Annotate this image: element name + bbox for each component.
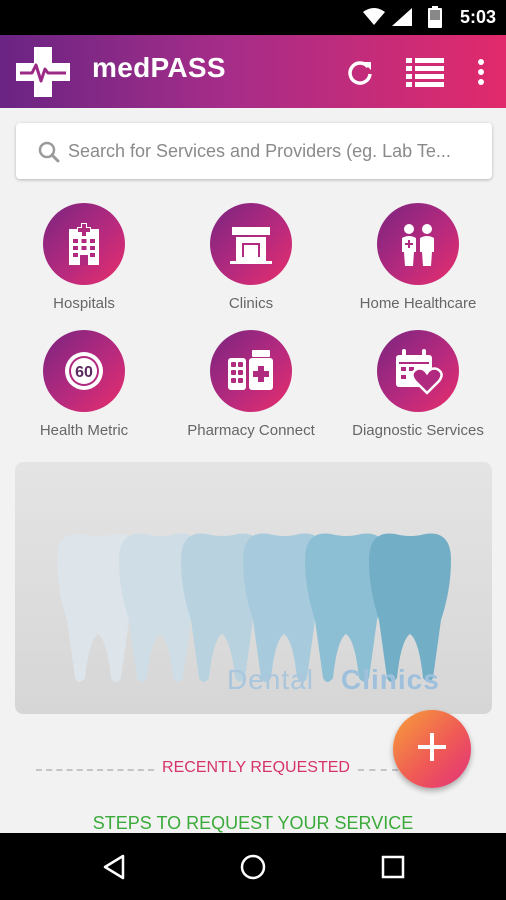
category-label: Diagnostic Services	[352, 422, 484, 439]
app-bar: medPASS	[0, 35, 506, 108]
wifi-icon	[363, 8, 385, 31]
pharmacy-icon	[210, 330, 292, 412]
search-icon	[38, 141, 60, 168]
banner-text-dental: Dental	[227, 664, 314, 695]
category-hospitals[interactable]: Hospitals	[0, 203, 168, 312]
category-diagnostic-services[interactable]: Diagnostic Services	[334, 330, 502, 439]
steps-heading: STEPS TO REQUEST YOUR SERVICE	[92, 813, 414, 833]
refresh-icon[interactable]	[340, 35, 380, 108]
home-icon[interactable]	[223, 833, 283, 900]
home-healthcare-icon	[377, 203, 459, 285]
category-pharmacy-connect[interactable]: Pharmacy Connect	[167, 330, 335, 439]
search-bar	[16, 123, 492, 179]
add-request-button[interactable]	[393, 710, 471, 788]
banner-text-clinics: Clinics	[341, 664, 440, 695]
category-label: Hospitals	[53, 295, 115, 312]
category-label: Home Healthcare	[359, 295, 477, 312]
battery-icon	[428, 6, 442, 33]
system-nav-bar	[0, 833, 506, 900]
category-health-metric[interactable]: 60 Health Metric	[0, 330, 168, 439]
hospital-icon	[43, 203, 125, 285]
diagnostic-icon	[377, 330, 459, 412]
status-bar: 5:03	[0, 0, 506, 35]
clinic-icon	[210, 203, 292, 285]
category-label: Health Metric	[39, 422, 129, 439]
category-label: Clinics	[228, 295, 274, 312]
medical-cross-logo	[14, 45, 72, 104]
health-metric-icon: 60	[43, 330, 125, 412]
status-time: 5:03	[459, 7, 496, 27]
back-icon[interactable]	[84, 833, 144, 900]
search-input[interactable]	[68, 135, 486, 167]
signal-icon	[392, 8, 412, 31]
category-clinics[interactable]: Clinics	[167, 203, 335, 312]
health-metric-badge: 60	[75, 364, 93, 381]
recents-icon[interactable]	[363, 833, 423, 900]
plus-icon	[416, 731, 448, 768]
category-label: Pharmacy Connect	[187, 422, 315, 439]
list-icon[interactable]	[402, 35, 448, 108]
category-home-healthcare[interactable]: Home Healthcare	[334, 203, 502, 312]
dental-clinics-banner[interactable]: Dental Clinics	[15, 462, 492, 714]
app-title: medPASS	[92, 52, 226, 83]
more-vert-icon[interactable]	[466, 35, 496, 108]
